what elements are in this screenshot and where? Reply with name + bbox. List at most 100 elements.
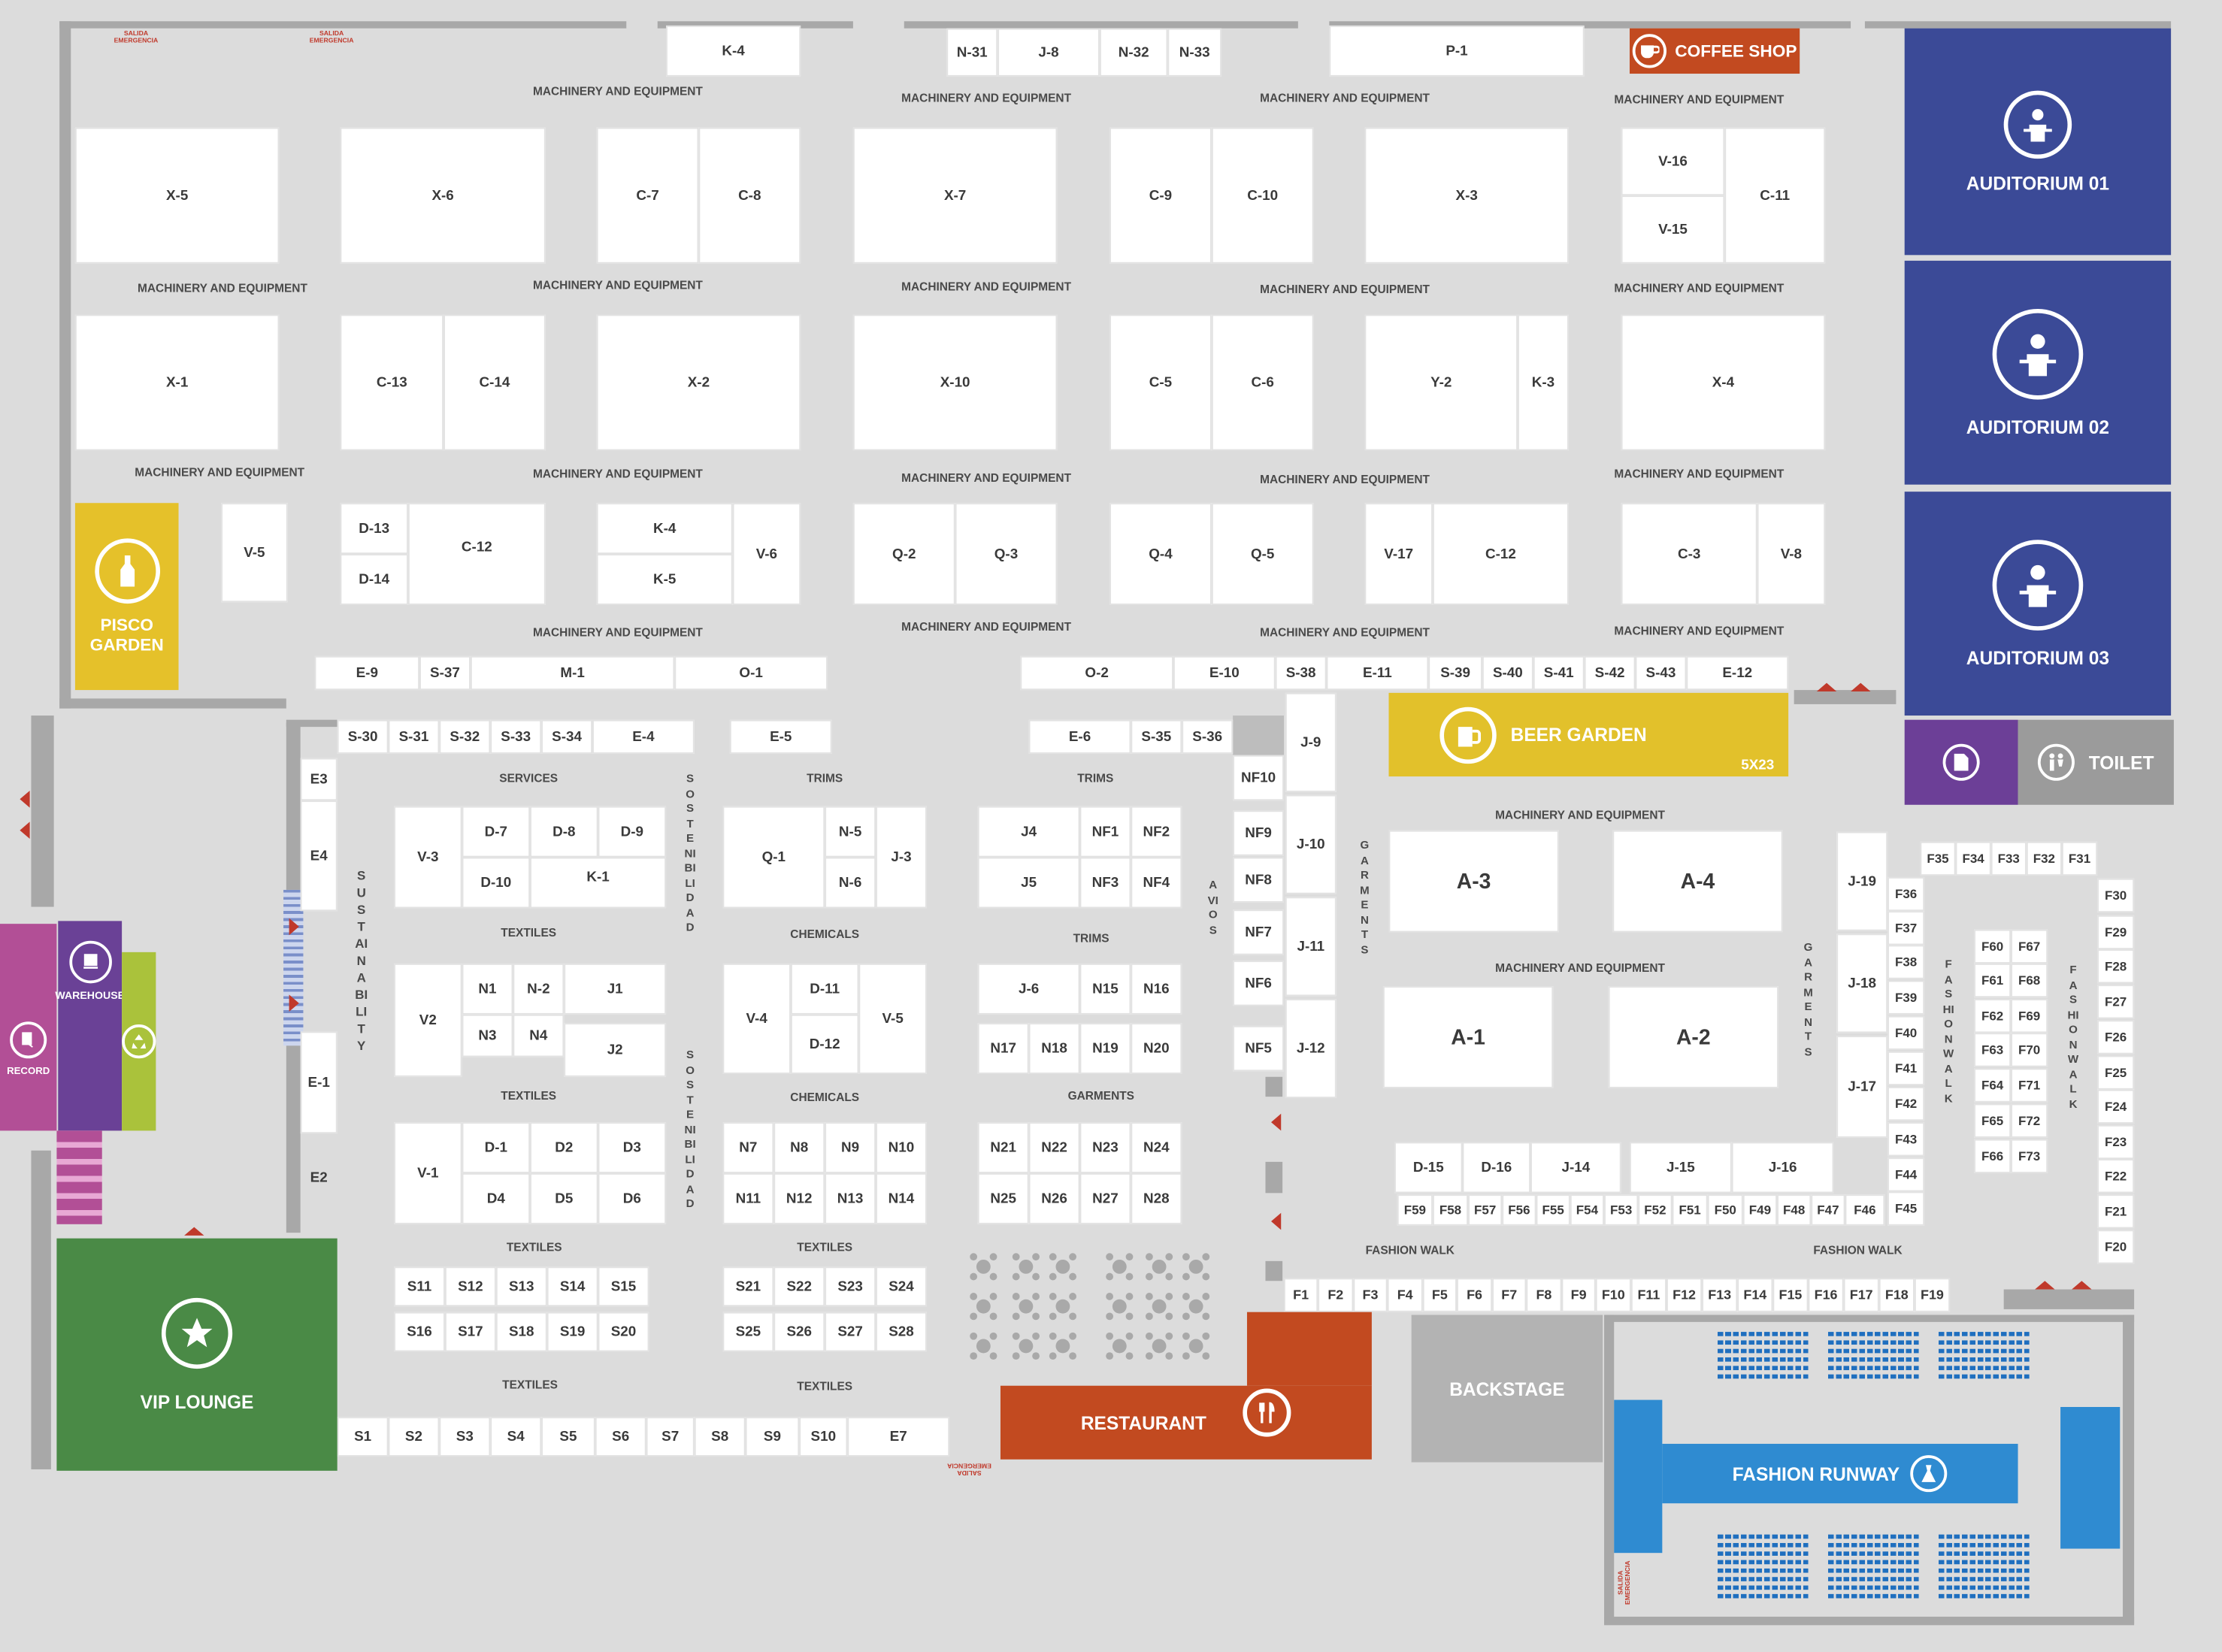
booth[interactable]: F43	[1887, 1122, 1925, 1157]
booth[interactable]: N15	[1079, 963, 1131, 1015]
booth[interactable]: N17	[977, 1023, 1029, 1074]
booth[interactable]: S-35	[1131, 719, 1182, 754]
booth[interactable]: N11	[722, 1172, 774, 1224]
vip-lounge[interactable]: VIP LOUNGE	[56, 1238, 338, 1471]
booth[interactable]: V-1	[394, 1122, 462, 1224]
booth[interactable]: E-11	[1326, 655, 1429, 691]
booth[interactable]: F42	[1887, 1086, 1925, 1121]
booth[interactable]: F28	[2097, 949, 2135, 984]
booth[interactable]: NF4	[1131, 857, 1182, 909]
booth[interactable]: F8	[1526, 1278, 1562, 1312]
booth[interactable]: F38	[1887, 945, 1925, 979]
booth[interactable]: F69	[2011, 999, 2048, 1033]
booth[interactable]: F13	[1702, 1278, 1738, 1312]
booth[interactable]: C-11	[1724, 127, 1826, 264]
booth[interactable]: E-12	[1686, 655, 1789, 691]
booth[interactable]: N24	[1131, 1122, 1182, 1173]
booth[interactable]: D-7	[462, 806, 531, 858]
booth[interactable]: J-10	[1285, 794, 1337, 894]
booth[interactable]: D-15	[1394, 1142, 1463, 1194]
booth[interactable]: S1	[337, 1417, 389, 1457]
booth[interactable]: C-7	[596, 127, 699, 264]
booth[interactable]: F7	[1492, 1278, 1527, 1312]
booth[interactable]: F24	[2097, 1089, 2135, 1124]
booth[interactable]: V-15	[1621, 195, 1725, 264]
booth[interactable]: F25	[2097, 1055, 2135, 1090]
booth[interactable]: A-1	[1382, 986, 1554, 1088]
booth[interactable]: Q-3	[955, 503, 1058, 605]
booth[interactable]: D-10	[462, 857, 531, 909]
booth[interactable]: E4	[300, 800, 338, 912]
booth[interactable]: F53	[1604, 1194, 1639, 1226]
booth[interactable]: X-3	[1364, 127, 1569, 264]
booth[interactable]: S8	[694, 1417, 746, 1457]
booth[interactable]: J4	[977, 806, 1080, 858]
booth[interactable]: S-43	[1635, 655, 1687, 691]
booth[interactable]: F59	[1397, 1194, 1433, 1226]
booth[interactable]: N13	[825, 1172, 876, 1224]
booth[interactable]: F6	[1456, 1278, 1493, 1312]
booth[interactable]: F44	[1887, 1157, 1925, 1192]
booth[interactable]: F67	[2011, 929, 2048, 964]
booth[interactable]: F70	[2011, 1033, 2048, 1067]
booth[interactable]: NF3	[1079, 857, 1131, 909]
booth[interactable]: N4	[513, 1014, 565, 1057]
booth[interactable]: S28	[876, 1312, 927, 1352]
booth[interactable]: F72	[2011, 1103, 2048, 1138]
booth[interactable]: N-5	[825, 806, 876, 858]
booth[interactable]: C-8	[698, 127, 801, 264]
booth[interactable]: K-4	[666, 25, 801, 77]
booth[interactable]: S26	[773, 1312, 825, 1352]
booth[interactable]: F2	[1318, 1278, 1354, 1312]
booth[interactable]: S13	[495, 1266, 547, 1307]
booth[interactable]: N21	[977, 1122, 1029, 1173]
booth[interactable]: S19	[546, 1312, 598, 1352]
booth[interactable]: D3	[598, 1122, 667, 1173]
booth[interactable]: S23	[825, 1266, 876, 1307]
booth[interactable]: D-1	[462, 1122, 531, 1173]
booth[interactable]: N8	[773, 1122, 825, 1173]
booth[interactable]: J-19	[1836, 831, 1888, 931]
booth[interactable]: P-1	[1329, 25, 1585, 77]
booth[interactable]: F64	[1974, 1068, 2012, 1103]
booth[interactable]: X-10	[852, 314, 1058, 451]
booth[interactable]: F58	[1432, 1194, 1469, 1226]
recycling-area[interactable]	[122, 952, 156, 1131]
booth[interactable]: F21	[2097, 1194, 2135, 1229]
booth[interactable]: J-9	[1285, 692, 1337, 792]
booth[interactable]: S25	[722, 1312, 774, 1352]
booth[interactable]: D-12	[790, 1014, 859, 1074]
booth[interactable]: S20	[598, 1312, 649, 1352]
booth[interactable]: F73	[2011, 1139, 2048, 1173]
booth[interactable]: F30	[2097, 878, 2135, 913]
booth[interactable]: N3	[462, 1014, 513, 1057]
booth[interactable]: F34	[1955, 841, 1991, 876]
booth[interactable]: J-14	[1530, 1142, 1621, 1194]
booth[interactable]: F4	[1387, 1278, 1423, 1312]
booth[interactable]: NF2	[1131, 806, 1182, 858]
booth[interactable]: S-39	[1428, 655, 1482, 691]
booth[interactable]: N23	[1079, 1122, 1131, 1173]
booth[interactable]: X-1	[74, 314, 280, 451]
booth[interactable]: D2	[530, 1122, 598, 1173]
booth[interactable]: N12	[773, 1172, 825, 1224]
booth[interactable]: N-6	[825, 857, 876, 909]
backstage[interactable]: BACKSTAGE	[1411, 1315, 1603, 1463]
booth[interactable]: F16	[1808, 1278, 1844, 1312]
booth[interactable]: C-3	[1621, 503, 1757, 605]
booth[interactable]: X-6	[340, 127, 546, 264]
booth[interactable]: S18	[495, 1312, 547, 1352]
booth[interactable]: F5	[1422, 1278, 1457, 1312]
booth[interactable]: F31	[2061, 841, 2098, 876]
booth[interactable]: J-11	[1285, 897, 1337, 997]
booth[interactable]: K-3	[1518, 314, 1569, 451]
booth[interactable]: F17	[1843, 1278, 1879, 1312]
booth[interactable]: S27	[825, 1312, 876, 1352]
booth[interactable]: NF6	[1233, 961, 1284, 1006]
booth[interactable]: S10	[799, 1417, 848, 1457]
booth[interactable]: S-42	[1584, 655, 1636, 691]
booth[interactable]: V-4	[722, 963, 791, 1074]
booth[interactable]: E-5	[729, 719, 832, 754]
booth[interactable]: V-8	[1757, 503, 1826, 605]
booth[interactable]: Q-1	[722, 806, 825, 909]
